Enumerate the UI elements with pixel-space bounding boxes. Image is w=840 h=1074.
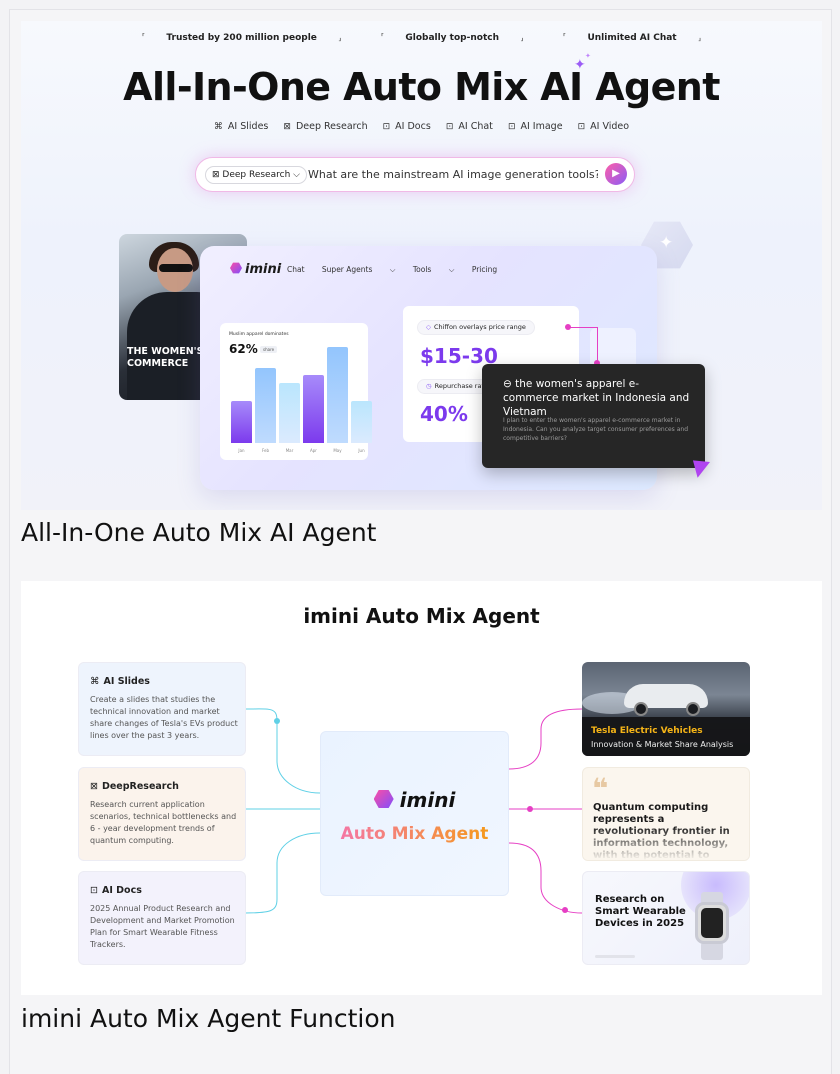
feature-card-docs[interactable]: ⊡ AI Docs 2025 Annual Product Research an… bbox=[78, 871, 246, 965]
chevron-down-icon: ⌵ bbox=[293, 170, 300, 180]
stat-pill: ◇ Chiffon overlays price range bbox=[417, 320, 535, 335]
feature-item[interactable]: ⊠ Deep Research bbox=[280, 121, 370, 132]
feature-item[interactable]: ⊡ AI Docs bbox=[380, 121, 434, 132]
chart-month-label: May bbox=[333, 448, 342, 453]
card-body: 2025 Annual Product Research and Develop… bbox=[90, 904, 235, 949]
tag-icon: ◇ bbox=[426, 323, 431, 331]
nav-item: Pricing bbox=[471, 265, 498, 274]
trust-item: Globally top-notch bbox=[405, 33, 499, 43]
logo-icon bbox=[373, 790, 394, 808]
research-icon: ⊠ bbox=[90, 781, 98, 792]
card-title: AI Docs bbox=[101, 885, 142, 896]
chart-bar bbox=[231, 401, 252, 443]
send-icon: ▶ bbox=[612, 168, 620, 179]
mode-select[interactable]: ⊠ Deep Research ⌵ bbox=[205, 166, 307, 184]
chart-bar bbox=[303, 375, 324, 443]
docs-icon: ⊡ bbox=[90, 885, 98, 896]
feature-item[interactable]: ⊡ AI Image bbox=[505, 121, 566, 132]
feature-card-slides[interactable]: ⌘ AI Slides Create a slides that studies … bbox=[78, 662, 246, 756]
docs-icon: ⊡ bbox=[382, 122, 391, 132]
function-diagram[interactable]: imini Auto Mix Agent ⌘ AI Slides Create a… bbox=[21, 581, 822, 995]
logo-icon bbox=[230, 262, 242, 274]
image-icon: ⊡ bbox=[507, 122, 516, 132]
chart-bar bbox=[279, 383, 300, 443]
wearable-card[interactable]: Research on Smart Wearable Devices in 20… bbox=[582, 871, 750, 965]
chart-month-label: Feb bbox=[261, 448, 270, 453]
feature-card-research[interactable]: ⊠ DeepResearch Research current applicati… bbox=[78, 767, 246, 861]
card-body: Research current application scenarios, … bbox=[90, 800, 237, 845]
bar-chart-card: Muslim apparel dominates 62% share Jan Fe… bbox=[220, 323, 372, 460]
hero-title: All-In-One Auto Mix AI Agent bbox=[123, 65, 720, 109]
feature-item[interactable]: ⊡ AI Video bbox=[575, 121, 632, 132]
section-title: imini Auto Mix Agent bbox=[303, 604, 540, 628]
chart-month-label: Jan bbox=[238, 448, 245, 453]
trust-item: Unlimited AI Chat bbox=[587, 33, 677, 43]
hero-caption: All-In-One Auto Mix AI Agent bbox=[21, 518, 377, 547]
function-caption: imini Auto Mix Agent Function bbox=[21, 1004, 396, 1033]
quote-icon: ❝ bbox=[592, 772, 609, 805]
tesla-subtitle: Innovation & Market Share Analysis bbox=[591, 740, 734, 749]
connector-dot bbox=[565, 324, 571, 330]
card-title: AI Slides bbox=[103, 676, 150, 687]
imini-logo: imini bbox=[230, 262, 281, 277]
hero-banner[interactable]: ⸢ Trusted by 200 million people ⸥ ⸢ Glob… bbox=[21, 21, 822, 510]
chart-bar bbox=[351, 401, 372, 443]
tesla-title: Tesla Electric Vehicles bbox=[591, 726, 703, 736]
chart-bar bbox=[327, 347, 348, 443]
video-icon: ⊡ bbox=[577, 122, 586, 132]
clock-icon: ◷ bbox=[426, 382, 432, 390]
nav-item: Chat bbox=[287, 265, 305, 274]
slides-icon: ⌘ bbox=[213, 122, 223, 132]
tooltip-title: ⊖ the women's apparel e-commerce market … bbox=[503, 378, 690, 418]
trust-item: Trusted by 200 million people bbox=[166, 33, 317, 43]
hub-subtitle: Auto Mix Agent bbox=[321, 824, 508, 844]
connector-line bbox=[568, 327, 598, 363]
send-button[interactable]: ▶ bbox=[605, 163, 627, 185]
chart-month-label: Apr bbox=[310, 448, 317, 453]
wearable-title: Research on Smart Wearable Devices in 20… bbox=[595, 894, 686, 929]
research-icon: ⊠ bbox=[283, 122, 291, 132]
slides-icon: ⌘ bbox=[90, 676, 100, 687]
watch-icon bbox=[695, 902, 729, 944]
tesla-card[interactable]: Tesla Electric Vehicles Innovation & Mar… bbox=[582, 662, 750, 756]
chat-icon: ⊡ bbox=[445, 122, 454, 132]
search-bar[interactable]: ⊠ Deep Research ⌵ ▶ bbox=[195, 157, 635, 192]
center-hub: imini Auto Mix Agent bbox=[320, 731, 509, 896]
trust-badges: ⸢ Trusted by 200 million people ⸥ ⸢ Glob… bbox=[141, 33, 702, 43]
cursor-icon bbox=[692, 456, 714, 478]
mock-nav: Chat Super Agents ⌵ Tools ⌵ Pricing bbox=[287, 265, 512, 275]
nav-item: Tools ⌵ bbox=[412, 265, 455, 274]
chart-month-label: Jun bbox=[358, 448, 365, 453]
feature-list: ⌘ AI Slides ⊠ Deep Research ⊡ AI Docs ⊡ AI C… bbox=[21, 121, 822, 132]
quote-card[interactable]: ❝ Quantum computing represents a revolut… bbox=[582, 767, 750, 861]
card-body: Create a slides that studies the technic… bbox=[90, 695, 238, 740]
search-input[interactable] bbox=[308, 166, 598, 184]
sparkle-icon: ✦ bbox=[585, 52, 591, 60]
rate-value: 40% bbox=[420, 402, 468, 426]
prompt-tooltip: ⊖ the women's apparel e-commerce market … bbox=[482, 364, 705, 468]
sparkle-icon: ✦ bbox=[574, 57, 586, 73]
feature-item[interactable]: ⌘ AI Slides bbox=[211, 121, 271, 132]
chart-percent: 62% bbox=[229, 342, 258, 356]
imini-logo: imini bbox=[321, 788, 508, 812]
card-title: DeepResearch bbox=[101, 781, 179, 792]
chat-icon: ⊖ bbox=[503, 378, 516, 390]
chart-month-label: Mar bbox=[285, 448, 294, 453]
tooltip-body: I plan to enter the women's apparel e-co… bbox=[503, 417, 689, 442]
nav-item: Super Agents ⌵ bbox=[321, 265, 396, 274]
research-icon: ⊠ bbox=[212, 170, 223, 180]
chart-note: Muslim apparel dominates bbox=[229, 332, 289, 337]
chart-bar bbox=[255, 368, 276, 443]
chart-badge: share bbox=[260, 346, 278, 353]
feature-item[interactable]: ⊡ AI Chat bbox=[443, 121, 496, 132]
